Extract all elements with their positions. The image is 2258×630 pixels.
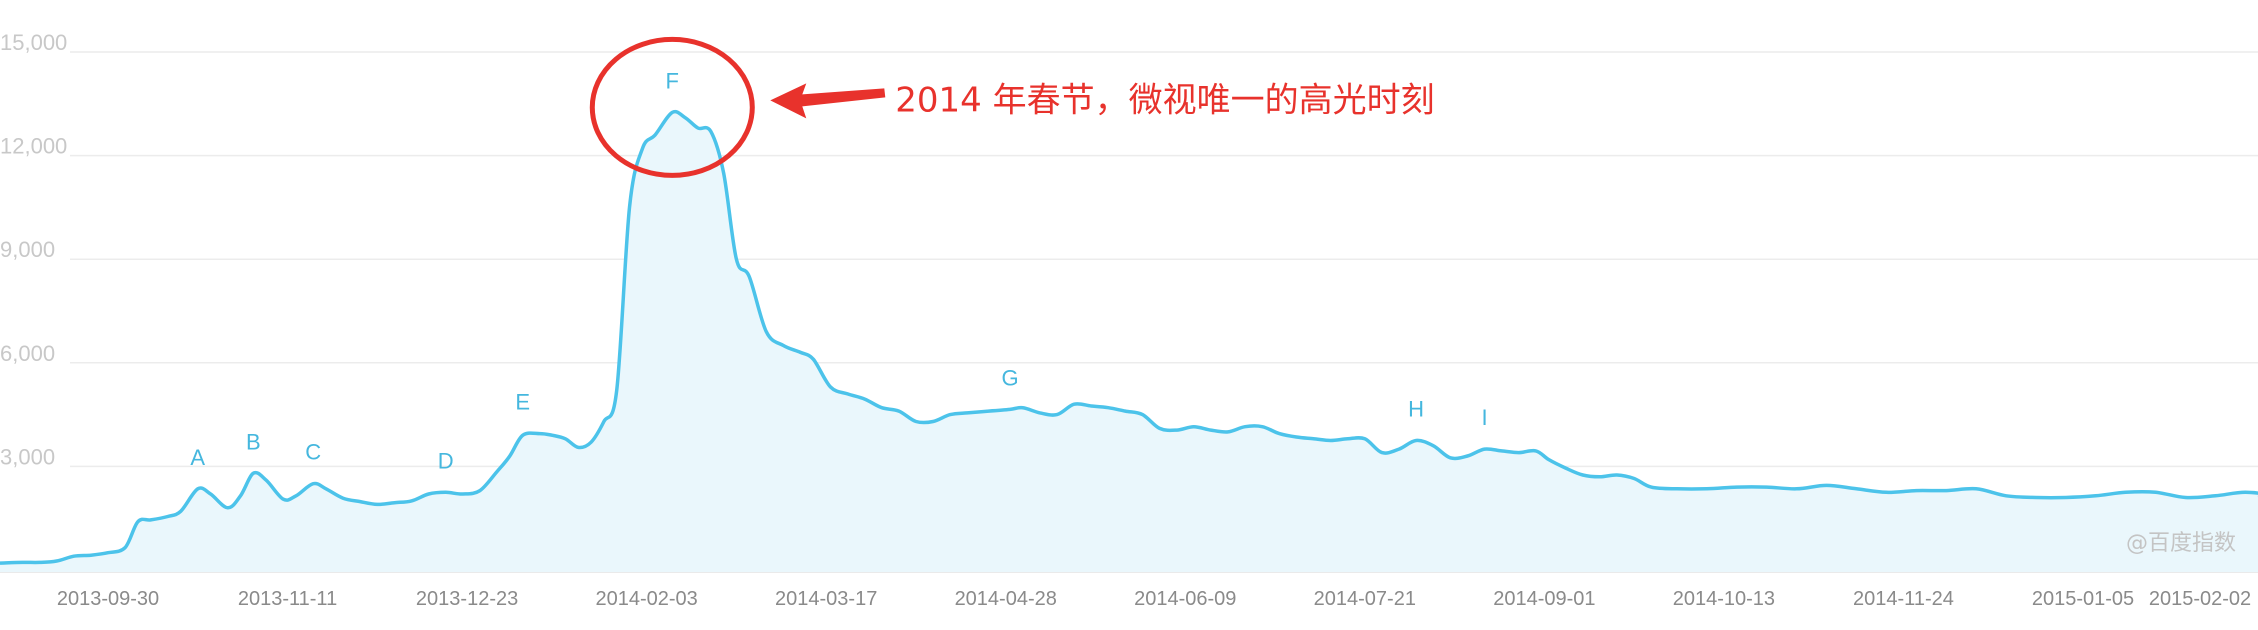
x-tick-label: 2013-11-11 [238, 588, 337, 610]
y-tick-label: 3,000 [0, 444, 55, 469]
x-tick-label: 2014-06-09 [1134, 588, 1236, 610]
event-marker-e: E [515, 390, 530, 415]
event-marker-h: H [1408, 397, 1424, 422]
x-tick-label: 2015-01-05 [2032, 588, 2134, 610]
annotation-arrow [770, 83, 886, 119]
y-axis: 15,000 12,000 9,000 6,000 3,000 [0, 30, 67, 469]
x-tick-label: 2014-11-24 [1853, 588, 1954, 610]
event-marker-f: F [666, 68, 679, 93]
event-marker-a: A [190, 445, 205, 470]
y-tick-label: 9,000 [0, 237, 55, 262]
x-tick-label: 2014-04-28 [955, 588, 1057, 610]
search-index-chart: 15,00012,0009,0006,0003,000 2013-09-30 20… [0, 30, 2258, 610]
baidu-index-watermark: @百度指数 [2126, 531, 2236, 556]
x-tick-label: 2015-02-02 [2149, 588, 2251, 610]
x-tick-label: 2013-12-23 [416, 588, 518, 610]
x-tick-label: 2014-09-01 [1493, 588, 1595, 610]
annotation-text: 2014 年春节，微视唯一的高光时刻 [895, 80, 1434, 120]
y-tick-label: 12,000 [0, 134, 67, 159]
x-tick-label: 2014-07-21 [1314, 588, 1416, 610]
x-tick-label: 2013-09-30 [57, 588, 159, 610]
series-area-fill [0, 111, 2258, 572]
event-marker-c: C [305, 440, 321, 465]
x-tick-label: 2014-10-13 [1673, 588, 1775, 610]
x-axis: 2013-09-30 2013-11-11 2013-12-23 2014-02-03… [57, 588, 2251, 610]
x-tick-label: 2014-02-03 [595, 588, 697, 610]
x-tick-label: 2014-03-17 [775, 588, 877, 610]
event-marker-b: B [246, 429, 261, 454]
event-marker-d: D [438, 448, 454, 473]
event-marker-i: I [1481, 405, 1487, 430]
event-marker-g: G [1001, 365, 1018, 390]
y-tick-label: 6,000 [0, 341, 55, 366]
y-tick-label: 15,000 [0, 30, 67, 55]
